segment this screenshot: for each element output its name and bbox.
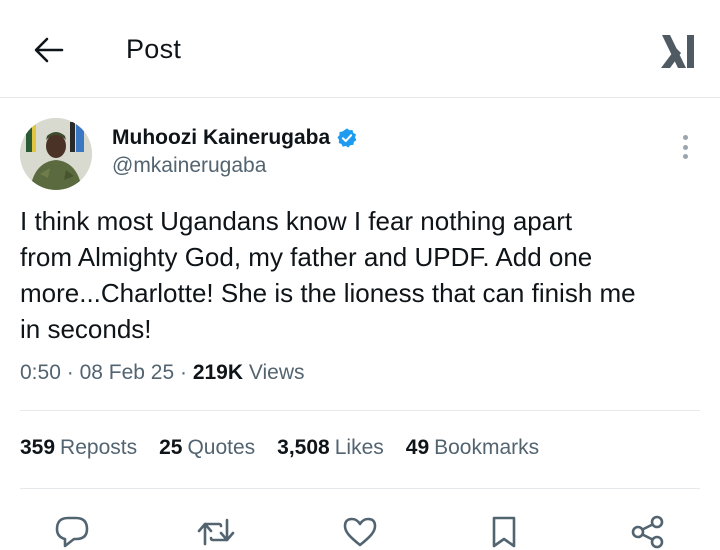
xai-logo[interactable] <box>658 28 698 72</box>
views-count: 219K <box>192 361 244 384</box>
post-meta: 0:50 · 08 Feb 25 · 219K Views <box>20 361 305 385</box>
quotes-label: Quotes <box>187 436 256 459</box>
post-text: I think most Ugandans know I fear nothin… <box>20 206 636 344</box>
engagement-stats: 359 Reposts 25 Quotes 3,508 Likes 49 Bookmar… <box>20 436 561 460</box>
reply-icon <box>55 516 89 548</box>
author-handle[interactable]: @mkainerugaba <box>112 154 266 178</box>
like-icon <box>343 517 377 547</box>
more-vertical-icon <box>682 135 688 140</box>
share-button[interactable] <box>628 512 668 550</box>
page-title: Post <box>126 34 182 64</box>
bookmarks-stat[interactable]: 49 Bookmarks <box>406 436 539 460</box>
quotes-count: 25 <box>159 436 183 459</box>
meta-separator: · <box>66 361 74 384</box>
reposts-stat[interactable]: 359 Reposts <box>20 436 137 460</box>
likes-count: 3,508 <box>277 436 330 459</box>
post-date[interactable]: 08 Feb 25 <box>80 361 175 384</box>
likes-stat[interactable]: 3,508 Likes <box>277 436 384 460</box>
bookmark-button[interactable] <box>484 512 524 550</box>
repost-button[interactable] <box>196 512 236 550</box>
likes-label: Likes <box>334 436 384 459</box>
avatar-image <box>20 118 92 190</box>
bookmarks-count: 49 <box>405 436 430 459</box>
bookmarks-label: Bookmarks <box>434 436 540 459</box>
reply-button[interactable] <box>52 512 92 550</box>
post-time[interactable]: 0:50 <box>20 361 61 384</box>
reposts-count: 359 <box>20 436 56 459</box>
verified-badge-icon <box>337 128 357 148</box>
author-display-name[interactable]: Muhoozi Kainerugaba <box>112 126 330 150</box>
quotes-stat[interactable]: 25 Quotes <box>159 436 255 460</box>
more-options-button[interactable] <box>672 132 698 162</box>
like-button[interactable] <box>340 512 380 550</box>
reposts-label: Reposts <box>60 436 138 459</box>
views-label: Views <box>248 361 305 384</box>
share-icon <box>631 515 664 549</box>
avatar[interactable] <box>20 118 92 190</box>
bookmark-icon <box>492 516 516 548</box>
divider <box>20 488 700 489</box>
top-bar: Post <box>0 0 720 98</box>
author-row: Muhoozi Kainerugaba @mkainerugaba <box>20 118 700 190</box>
back-button[interactable] <box>30 32 68 68</box>
repost-icon <box>197 518 235 546</box>
divider <box>20 410 700 411</box>
back-arrow-icon <box>34 37 64 63</box>
action-bar <box>0 510 720 550</box>
meta-separator: · <box>179 361 187 384</box>
